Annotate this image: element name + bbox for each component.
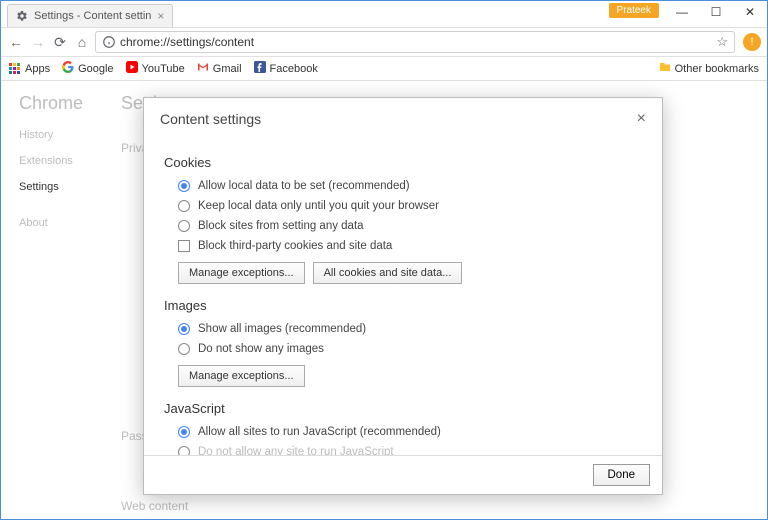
radio-icon	[178, 220, 190, 232]
option-label: Allow local data to be set (recommended)	[198, 180, 410, 192]
facebook-icon	[254, 61, 266, 76]
javascript-block-option[interactable]: Do not allow any site to run JavaScript	[178, 446, 642, 455]
address-bar[interactable]: chrome://settings/content ☆	[95, 31, 735, 53]
images-block-option[interactable]: Do not show any images	[178, 343, 642, 355]
checkbox-icon	[178, 240, 190, 252]
radio-icon	[178, 323, 190, 335]
bookmark-youtube[interactable]: YouTube	[126, 61, 185, 76]
images-section-title: Images	[164, 298, 642, 313]
other-bookmarks[interactable]: Other bookmarks	[659, 61, 759, 76]
cookies-allow-local-option[interactable]: Allow local data to be set (recommended)	[178, 180, 642, 192]
back-button[interactable]: ←	[7, 33, 25, 51]
cookies-keep-until-quit-option[interactable]: Keep local data only until you quit your…	[178, 200, 642, 212]
folder-icon	[659, 61, 671, 76]
bookmark-star-icon[interactable]: ☆	[716, 34, 728, 50]
browser-tab[interactable]: Settings - Content settin ×	[7, 4, 173, 27]
cookies-section-title: Cookies	[164, 155, 642, 170]
bookmark-label: Google	[78, 63, 113, 75]
radio-icon	[178, 343, 190, 355]
content-settings-dialog: Content settings × Cookies Allow local d…	[143, 97, 663, 495]
apps-label: Apps	[25, 63, 50, 75]
browser-toolbar: ← → ⟳ ⌂ chrome://settings/content ☆ !	[1, 27, 767, 57]
done-button[interactable]: Done	[593, 464, 651, 486]
maximize-button[interactable]: ☐	[699, 1, 733, 23]
bookmark-label: Facebook	[270, 63, 318, 75]
javascript-allow-option[interactable]: Allow all sites to run JavaScript (recom…	[178, 426, 642, 438]
option-label: Allow all sites to run JavaScript (recom…	[198, 426, 441, 438]
option-label: Do not allow any site to run JavaScript	[198, 446, 394, 455]
option-label: Keep local data only until you quit your…	[198, 200, 439, 212]
window-titlebar: Settings - Content settin × Prateek — ☐ …	[1, 1, 767, 27]
google-icon	[62, 61, 74, 76]
web-content-section-label: Web content	[121, 499, 188, 513]
dialog-body[interactable]: Cookies Allow local data to be set (reco…	[144, 137, 662, 455]
radio-icon	[178, 426, 190, 438]
option-label: Block third-party cookies and site data	[198, 240, 392, 252]
sidebar-item-history[interactable]: History	[19, 129, 73, 141]
home-button[interactable]: ⌂	[73, 33, 91, 51]
cookies-block-third-party-checkbox[interactable]: Block third-party cookies and site data	[178, 240, 642, 252]
tab-title: Settings - Content settin	[34, 10, 151, 22]
bookmark-gmail[interactable]: Gmail	[197, 61, 242, 76]
radio-icon	[178, 200, 190, 212]
minimize-button[interactable]: —	[665, 1, 699, 23]
javascript-section-title: JavaScript	[164, 401, 642, 416]
youtube-icon	[126, 61, 138, 76]
close-icon[interactable]: ×	[157, 9, 164, 23]
radio-icon	[178, 446, 190, 455]
all-cookies-button[interactable]: All cookies and site data...	[313, 262, 463, 284]
dialog-close-button[interactable]: ×	[637, 110, 646, 128]
images-manage-exceptions-button[interactable]: Manage exceptions...	[178, 365, 305, 387]
chrome-heading: Chrome	[19, 93, 83, 114]
reload-button[interactable]: ⟳	[51, 33, 69, 51]
bookmark-label: Other bookmarks	[675, 63, 759, 75]
option-label: Do not show any images	[198, 343, 324, 355]
sidebar-item-about[interactable]: About	[19, 217, 73, 229]
bookmark-label: Gmail	[213, 63, 242, 75]
option-label: Block sites from setting any data	[198, 220, 364, 232]
sidebar-item-extensions[interactable]: Extensions	[19, 155, 73, 167]
radio-icon	[178, 180, 190, 192]
sidebar-item-settings[interactable]: Settings	[19, 181, 73, 193]
info-icon	[102, 35, 116, 49]
url-text: chrome://settings/content	[120, 35, 716, 49]
cookies-manage-exceptions-button[interactable]: Manage exceptions...	[178, 262, 305, 284]
gear-icon	[16, 10, 28, 22]
bookmark-facebook[interactable]: Facebook	[254, 61, 318, 76]
cookies-block-all-option[interactable]: Block sites from setting any data	[178, 220, 642, 232]
dialog-title: Content settings	[160, 111, 261, 127]
option-label: Show all images (recommended)	[198, 323, 366, 335]
images-show-all-option[interactable]: Show all images (recommended)	[178, 323, 642, 335]
bookmark-google[interactable]: Google	[62, 61, 113, 76]
bookmarks-bar: Apps Google YouTube Gmail Facebook Other…	[1, 57, 767, 81]
alert-badge-icon[interactable]: !	[743, 33, 761, 51]
apps-grid-icon	[9, 63, 21, 75]
close-window-button[interactable]: ✕	[733, 1, 767, 23]
forward-button[interactable]: →	[29, 33, 47, 51]
profile-badge[interactable]: Prateek	[609, 3, 659, 18]
gmail-icon	[197, 61, 209, 76]
bookmark-label: YouTube	[142, 63, 185, 75]
apps-shortcut[interactable]: Apps	[9, 63, 50, 75]
